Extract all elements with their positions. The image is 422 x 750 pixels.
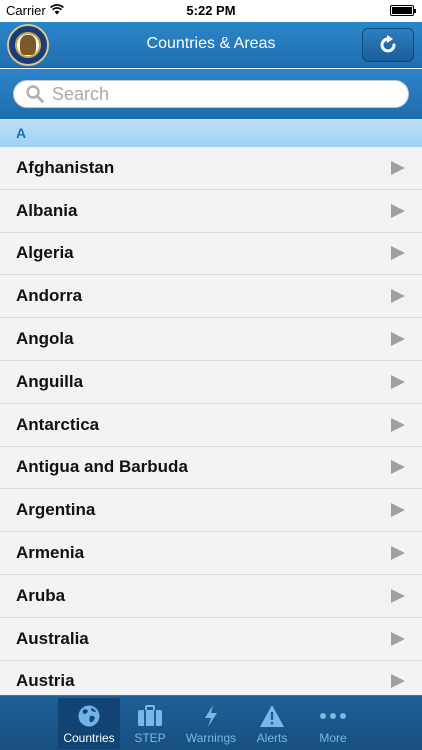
country-label: Antigua and Barbuda xyxy=(16,457,188,477)
tab-alerts[interactable]: Alerts xyxy=(241,698,303,749)
country-label: Austria xyxy=(16,671,75,691)
country-label: Afghanistan xyxy=(16,157,115,177)
search-bar xyxy=(0,69,422,119)
country-label: Antarctica xyxy=(16,414,100,434)
country-row[interactable]: Angola xyxy=(0,318,422,361)
search-field[interactable] xyxy=(13,80,409,108)
more-dots-icon xyxy=(319,703,347,729)
tab-countries[interactable]: Countries xyxy=(58,698,120,749)
country-label: Anguilla xyxy=(16,371,84,391)
lightning-icon xyxy=(197,703,225,729)
country-row[interactable]: Armenia xyxy=(0,532,422,575)
tab-step[interactable]: STEP xyxy=(119,698,181,749)
country-row[interactable]: Albania xyxy=(0,190,422,233)
status-time: 5:22 PM xyxy=(186,3,236,18)
suitcase-icon xyxy=(136,703,164,729)
tab-label: STEP xyxy=(134,731,166,745)
disclosure-arrow-icon xyxy=(391,631,405,646)
disclosure-arrow-icon xyxy=(391,160,405,175)
country-row[interactable]: Austria xyxy=(0,661,422,695)
tab-label: More xyxy=(319,731,347,745)
country-row[interactable]: Argentina xyxy=(0,489,422,533)
disclosure-arrow-icon xyxy=(391,588,405,603)
country-list: Afghanistan Albania Algeria Andorra Ango… xyxy=(0,147,422,695)
globe-icon xyxy=(75,703,103,729)
country-label: Argentina xyxy=(16,500,96,520)
country-row[interactable]: Algeria xyxy=(0,233,422,276)
country-row[interactable]: Anguilla xyxy=(0,361,422,404)
country-label: Armenia xyxy=(16,543,85,563)
country-row[interactable]: Aruba xyxy=(0,575,422,618)
disclosure-arrow-icon xyxy=(391,246,405,261)
warning-triangle-icon xyxy=(258,703,286,729)
country-row[interactable]: Afghanistan xyxy=(0,147,422,190)
country-row[interactable]: Andorra xyxy=(0,275,422,319)
disclosure-arrow-icon xyxy=(391,503,405,518)
tab-warnings[interactable]: Warnings xyxy=(180,698,242,749)
disclosure-arrow-icon xyxy=(391,546,405,561)
search-input[interactable] xyxy=(52,83,382,105)
country-label: Algeria xyxy=(16,243,74,263)
tab-label: Warnings xyxy=(185,731,237,745)
refresh-icon xyxy=(380,35,396,53)
country-row[interactable]: Antarctica xyxy=(0,404,422,447)
tab-label: Alerts xyxy=(256,731,288,745)
refresh-button[interactable] xyxy=(362,28,414,62)
disclosure-arrow-icon xyxy=(391,203,405,218)
country-label: Australia xyxy=(16,628,89,648)
section-header-a: A xyxy=(0,119,422,147)
disclosure-arrow-icon xyxy=(391,417,405,432)
country-label: Andorra xyxy=(16,286,83,306)
country-label: Aruba xyxy=(16,585,66,605)
country-row[interactable]: Antigua and Barbuda xyxy=(0,447,422,490)
tab-label: Countries xyxy=(63,731,115,745)
tab-more[interactable]: More xyxy=(302,698,364,749)
disclosure-arrow-icon xyxy=(391,289,405,304)
country-label: Angola xyxy=(16,329,74,349)
country-row[interactable]: Australia xyxy=(0,618,422,661)
search-icon xyxy=(26,85,44,103)
disclosure-arrow-icon xyxy=(391,460,405,475)
status-bar: Carrier 5:22 PM xyxy=(0,0,422,22)
country-label: Albania xyxy=(16,200,78,220)
nav-bar: Countries & Areas xyxy=(0,22,422,68)
battery-icon xyxy=(390,5,416,16)
disclosure-arrow-icon xyxy=(391,374,405,389)
disclosure-arrow-icon xyxy=(391,674,405,689)
page-title: Countries & Areas xyxy=(146,35,276,52)
tab-bar: Countries STEP Warnings Alerts More xyxy=(0,695,422,750)
disclosure-arrow-icon xyxy=(391,332,405,347)
